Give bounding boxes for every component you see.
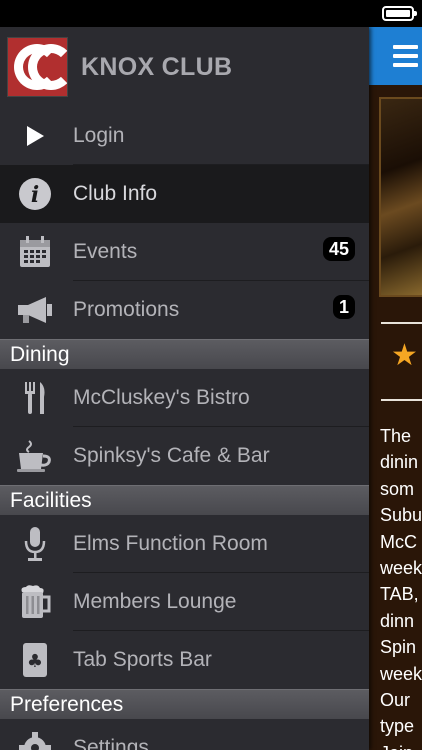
coffee-cup-icon	[14, 436, 56, 476]
section-header-preferences: Preferences	[0, 689, 369, 719]
description-line: som	[380, 478, 415, 499]
menu-item-label: McCluskey's Bistro	[73, 386, 250, 409]
menu-item-settings[interactable]: Settings	[0, 719, 369, 750]
menu-item-label: Settings	[73, 736, 149, 750]
megaphone-icon	[14, 290, 56, 330]
club-logo	[7, 37, 68, 97]
play-icon	[14, 116, 56, 156]
description-line: dinn	[380, 610, 415, 631]
description-line: TAB,	[380, 584, 419, 605]
star-icon[interactable]: ★	[391, 341, 418, 371]
menu-item-label: Elms Function Room	[73, 532, 268, 555]
microphone-icon	[14, 524, 56, 564]
menu-item-members-lounge[interactable]: Members Lounge	[0, 573, 369, 631]
events-count-badge: 45	[322, 237, 355, 261]
info-icon: i	[14, 174, 56, 214]
menu-item-login[interactable]: Login	[0, 107, 369, 165]
description-line: dinin	[380, 452, 419, 473]
main-content: ★ The dinin som Subu McC week TAB, dinn Spin week…	[369, 27, 422, 750]
description-line: Spin	[380, 637, 417, 658]
brand-header: KNOX CLUB	[0, 27, 369, 107]
menu-item-mccluskeys-bistro[interactable]: McCluskey's Bistro	[0, 369, 369, 427]
menu-item-label: Events	[73, 240, 138, 263]
gear-icon	[14, 728, 56, 750]
promotions-count-badge: 1	[332, 295, 355, 319]
battery-icon	[382, 6, 417, 21]
menu-item-label: Club Info	[73, 182, 158, 205]
description-line: Our	[380, 690, 411, 711]
divider	[381, 399, 422, 401]
menu-item-label: Login	[73, 124, 125, 147]
menu-item-label: Spinksy's Cafe & Bar	[73, 444, 270, 467]
menu-item-tab-sports-bar[interactable]: ♣ Tab Sports Bar	[0, 631, 369, 689]
content-header	[369, 27, 422, 85]
beer-mug-icon	[14, 582, 56, 622]
divider	[381, 322, 422, 324]
description-line: The	[380, 426, 412, 446]
menu-item-label: Members Lounge	[73, 590, 237, 613]
navigation-drawer: KNOX CLUB Login i Club Info Events 45 Pr…	[0, 27, 369, 750]
status-bar	[0, 0, 422, 27]
svg-text:♣: ♣	[27, 651, 43, 672]
menu-item-spinksys-cafe[interactable]: Spinksy's Cafe & Bar	[0, 427, 369, 485]
menu-item-club-info[interactable]: i Club Info	[0, 165, 369, 223]
menu-item-promotions[interactable]: Promotions 1	[0, 281, 369, 339]
section-header-facilities: Facilities	[0, 485, 369, 515]
menu-item-label: Promotions	[73, 298, 180, 321]
brand-title: KNOX CLUB	[81, 53, 233, 81]
club-photo	[379, 97, 422, 297]
menu-item-events[interactable]: Events 45	[0, 223, 369, 281]
fork-knife-icon	[14, 378, 56, 418]
description-line: Subu	[380, 505, 422, 526]
section-header-dining: Dining	[0, 339, 369, 369]
description-line: Join	[380, 740, 422, 750]
description-line: McC	[380, 531, 417, 552]
description-line: week	[380, 663, 422, 684]
hamburger-menu-icon[interactable]	[393, 45, 418, 67]
description-line: week	[380, 558, 422, 579]
playing-card-icon: ♣	[14, 640, 56, 680]
calendar-icon	[14, 232, 56, 272]
description-line: type	[380, 716, 415, 737]
menu-item-label: Tab Sports Bar	[73, 648, 212, 671]
svg-text:i: i	[31, 182, 39, 208]
club-description: The dinin som Subu McC week TAB, dinn Spin week Ou…	[380, 423, 422, 750]
menu-item-elms-function-room[interactable]: Elms Function Room	[0, 515, 369, 573]
